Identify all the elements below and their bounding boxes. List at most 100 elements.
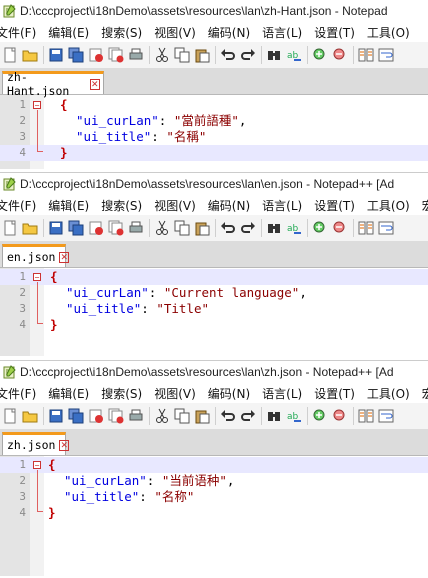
- menu-encoding[interactable]: 编码(N): [208, 24, 250, 41]
- menu-file[interactable]: 文件(F): [0, 385, 36, 402]
- save-all-icon[interactable]: [68, 47, 84, 63]
- tab-label: zh.json: [7, 438, 56, 452]
- print-icon[interactable]: [128, 408, 144, 424]
- fold-toggle-icon[interactable]: −: [33, 101, 41, 110]
- line-number: 2: [19, 114, 26, 127]
- menu-search[interactable]: 搜索(S): [101, 385, 142, 402]
- menu-language[interactable]: 语言(L): [262, 385, 302, 402]
- zoom-in-icon[interactable]: [312, 220, 328, 236]
- zoom-out-icon[interactable]: [332, 408, 348, 424]
- menu-macro[interactable]: 宏: [422, 385, 428, 402]
- wrap-icon[interactable]: [378, 408, 394, 424]
- fold-toggle-icon[interactable]: −: [33, 461, 41, 470]
- menu-encoding[interactable]: 编码(N): [208, 197, 250, 214]
- new-file-icon[interactable]: [2, 47, 18, 63]
- save-all-icon[interactable]: [68, 220, 84, 236]
- line-number: 4: [19, 318, 26, 331]
- close-icon[interactable]: [88, 47, 104, 63]
- editor[interactable]: 1 { 2 "ui_curLan": "當前語種", 3 "ui_title": "名…: [0, 95, 428, 169]
- wrap-icon[interactable]: [378, 47, 394, 63]
- close-icon[interactable]: ✕: [59, 251, 70, 263]
- zoom-out-icon[interactable]: [332, 220, 348, 236]
- line-number: 1: [19, 98, 26, 111]
- json-key: "ui_title": [64, 489, 140, 504]
- paste-icon[interactable]: [194, 47, 210, 63]
- sync-icon[interactable]: [358, 220, 374, 236]
- redo-icon[interactable]: [240, 408, 256, 424]
- menu-edit[interactable]: 编辑(E): [48, 24, 89, 41]
- undo-icon[interactable]: [220, 408, 236, 424]
- menu-file[interactable]: 文件(F): [0, 197, 36, 214]
- replace-icon[interactable]: ab: [286, 220, 302, 236]
- cut-icon[interactable]: [154, 408, 170, 424]
- print-icon[interactable]: [128, 47, 144, 63]
- menu-view[interactable]: 视图(V): [154, 385, 196, 402]
- save-icon[interactable]: [48, 408, 64, 424]
- cut-icon[interactable]: [154, 220, 170, 236]
- new-file-icon[interactable]: [2, 408, 18, 424]
- open-file-icon[interactable]: [22, 408, 38, 424]
- menu-edit[interactable]: 编辑(E): [48, 385, 89, 402]
- save-icon[interactable]: [48, 220, 64, 236]
- zoom-in-icon[interactable]: [312, 47, 328, 63]
- copy-icon[interactable]: [174, 220, 190, 236]
- print-icon[interactable]: [128, 220, 144, 236]
- redo-icon[interactable]: [240, 220, 256, 236]
- sync-icon[interactable]: [358, 47, 374, 63]
- menu-file[interactable]: 文件(F): [0, 24, 36, 41]
- zoom-in-icon[interactable]: [312, 408, 328, 424]
- close-icon[interactable]: ✕: [89, 78, 100, 90]
- menu-tools[interactable]: 工具(O): [367, 24, 410, 41]
- menu-search[interactable]: 搜索(S): [101, 197, 142, 214]
- close-all-icon[interactable]: [108, 408, 124, 424]
- find-icon[interactable]: [266, 408, 282, 424]
- close-icon[interactable]: ✕: [59, 439, 70, 451]
- tab-file[interactable]: en.json ✕: [2, 244, 70, 267]
- paste-icon[interactable]: [194, 408, 210, 424]
- menu-encoding[interactable]: 编码(N): [208, 385, 250, 402]
- close-all-icon[interactable]: [108, 47, 124, 63]
- menu-search[interactable]: 搜索(S): [101, 24, 142, 41]
- find-icon[interactable]: [266, 47, 282, 63]
- line-number: 1: [19, 458, 26, 471]
- menu-view[interactable]: 视图(V): [154, 197, 196, 214]
- replace-icon[interactable]: ab: [286, 47, 302, 63]
- paste-icon[interactable]: [194, 220, 210, 236]
- editor[interactable]: 1 { 2 "ui_curLan": "当前语种", 3 "ui_title": "名…: [0, 456, 428, 576]
- separator: :: [158, 113, 174, 128]
- menu-edit[interactable]: 编辑(E): [48, 197, 89, 214]
- toolbar: ab: [0, 42, 428, 68]
- menu-view[interactable]: 视图(V): [154, 24, 196, 41]
- menu-settings[interactable]: 设置(T): [314, 197, 355, 214]
- redo-icon[interactable]: [240, 47, 256, 63]
- menu-settings[interactable]: 设置(T): [314, 385, 355, 402]
- undo-icon[interactable]: [220, 47, 236, 63]
- wrap-icon[interactable]: [378, 220, 394, 236]
- close-icon[interactable]: [88, 220, 104, 236]
- cut-icon[interactable]: [154, 47, 170, 63]
- undo-icon[interactable]: [220, 220, 236, 236]
- menu-language[interactable]: 语言(L): [262, 24, 302, 41]
- fold-toggle-icon[interactable]: −: [33, 273, 41, 282]
- open-file-icon[interactable]: [22, 47, 38, 63]
- zoom-out-icon[interactable]: [332, 47, 348, 63]
- menu-tools[interactable]: 工具(O): [367, 197, 410, 214]
- menu-tools[interactable]: 工具(O): [367, 385, 410, 402]
- tab-file[interactable]: zh.json ✕: [2, 432, 70, 455]
- copy-icon[interactable]: [174, 47, 190, 63]
- find-icon[interactable]: [266, 220, 282, 236]
- close-all-icon[interactable]: [108, 220, 124, 236]
- menu-settings[interactable]: 设置(T): [314, 24, 355, 41]
- close-icon[interactable]: [88, 408, 104, 424]
- tab-file[interactable]: zh-Hant.json ✕: [2, 70, 104, 98]
- replace-icon[interactable]: ab: [286, 408, 302, 424]
- sync-icon[interactable]: [358, 408, 374, 424]
- save-all-icon[interactable]: [68, 408, 84, 424]
- menu-macro[interactable]: 宏: [422, 197, 428, 214]
- save-icon[interactable]: [48, 47, 64, 63]
- menu-language[interactable]: 语言(L): [262, 197, 302, 214]
- copy-icon[interactable]: [174, 408, 190, 424]
- open-file-icon[interactable]: [22, 220, 38, 236]
- editor[interactable]: 1 { 2 "ui_curLan": "Current language", 3 "u…: [0, 268, 428, 356]
- new-file-icon[interactable]: [2, 220, 18, 236]
